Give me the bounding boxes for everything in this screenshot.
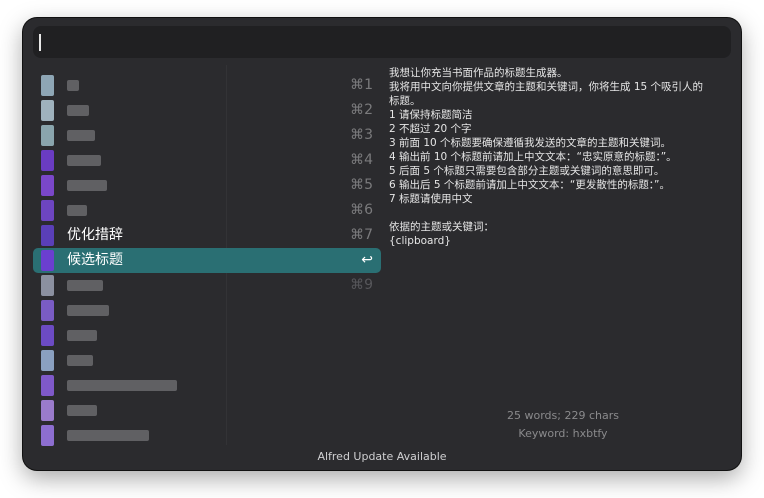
preview-line: {clipboard}: [389, 235, 451, 247]
list-item[interactable]: 候选标题 ↩: [33, 248, 381, 273]
preview-line: 1 请保持标题简洁: [389, 109, 473, 121]
shortcut-hint: ⌘9: [350, 277, 373, 293]
snippet-icon: [41, 200, 54, 221]
preview-line: 标题。: [389, 95, 421, 107]
snippet-preview: 我想让你充当书面作品的标题生成器。我将用中文向你提供文章的主题和关键词，你将生成…: [389, 66, 729, 256]
results-list: ⌘1 ⌘2 ⌘3 ⌘4 ⌘5 ⌘6 优化措辞 ⌘7 候选标题 ↩ ⌘9: [33, 65, 383, 448]
list-item[interactable]: [33, 373, 381, 398]
redacted-label: [67, 205, 87, 216]
list-item-label: 候选标题: [67, 252, 123, 268]
preview-line: 我想让你充当书面作品的标题生成器。: [389, 67, 568, 79]
snippet-icon: [41, 150, 54, 171]
list-item[interactable]: [33, 398, 381, 423]
alfred-window: ⌘1 ⌘2 ⌘3 ⌘4 ⌘5 ⌘6 优化措辞 ⌘7 候选标题 ↩ ⌘9 我想让你充当书面作品的标题生…: [23, 18, 741, 470]
snippet-icon: [41, 300, 54, 321]
preview-line: 2 不超过 20 个字: [389, 123, 472, 135]
snippet-icon: [41, 275, 54, 296]
snippet-icon: [41, 425, 54, 446]
preview-line: 依据的主题或关键词：: [389, 221, 494, 233]
snippet-icon: [41, 325, 54, 346]
preview-line: 6 输出后 5 个标题前请加上中文文本：“更发散性的标题：”。: [389, 179, 671, 191]
list-item[interactable]: ⌘1: [33, 73, 381, 98]
preview-line: 3 前面 10 个标题要确保遵循我发送的文章的主题和关键词。: [389, 137, 672, 149]
redacted-label: [67, 305, 109, 316]
shortcut-hint: ⌘6: [350, 202, 373, 218]
shortcut-hint: ⌘5: [350, 177, 373, 193]
shortcut-hint: ⌘1: [350, 77, 373, 93]
text-caret: [39, 34, 41, 51]
snippet-icon: [41, 100, 54, 121]
redacted-label: [67, 280, 103, 291]
redacted-label: [67, 180, 107, 191]
preview-line: [389, 206, 729, 220]
redacted-label: [67, 80, 79, 91]
redacted-label: [67, 130, 95, 141]
snippet-icon: [41, 175, 54, 196]
list-item[interactable]: ⌘6: [33, 198, 381, 223]
redacted-label: [67, 155, 101, 166]
redacted-label: [67, 105, 89, 116]
list-item[interactable]: ⌘4: [33, 148, 381, 173]
list-item[interactable]: ⌘3: [33, 123, 381, 148]
list-item[interactable]: [33, 323, 381, 348]
snippet-icon: [41, 350, 54, 371]
list-item[interactable]: [33, 423, 381, 448]
redacted-label: [67, 355, 93, 366]
redacted-label: [67, 405, 97, 416]
list-item[interactable]: ⌘2: [33, 98, 381, 123]
redacted-label: [67, 330, 97, 341]
update-notice[interactable]: Alfred Update Available: [23, 450, 741, 463]
word-count: 25 words; 229 chars: [507, 409, 619, 422]
list-item[interactable]: 优化措辞 ⌘7: [33, 223, 381, 248]
list-item[interactable]: [33, 348, 381, 373]
preview-line: 5 后面 5 个标题只需要包含部分主题或关键词的意思即可。: [389, 165, 665, 177]
redacted-label: [67, 380, 177, 391]
search-input[interactable]: [33, 26, 731, 58]
snippet-icon: [41, 225, 54, 246]
shortcut-hint: ⌘3: [350, 127, 373, 143]
keyword-label: Keyword: hxbtfy: [518, 427, 608, 440]
preview-line: 我将用中文向你提供文章的主题和关键词，你将生成 15 个吸引人的: [389, 81, 704, 93]
snippet-icon: [41, 75, 54, 96]
snippet-icon: [41, 250, 54, 271]
preview-line: 7 标题请使用中文: [389, 193, 473, 205]
list-item[interactable]: [33, 298, 381, 323]
shortcut-hint: ↩: [361, 252, 373, 268]
list-item[interactable]: ⌘5: [33, 173, 381, 198]
shortcut-hint: ⌘4: [350, 152, 373, 168]
snippet-icon: [41, 125, 54, 146]
snippet-icon: [41, 400, 54, 421]
shortcut-hint: ⌘2: [350, 102, 373, 118]
snippet-icon: [41, 375, 54, 396]
list-item[interactable]: ⌘9: [33, 273, 381, 298]
preview-line: 4 输出前 10 个标题前请加上中文文本：“忠实原意的标题：”。: [389, 151, 677, 163]
shortcut-hint: ⌘7: [350, 227, 373, 243]
redacted-label: [67, 430, 149, 441]
list-item-label: 优化措辞: [67, 227, 123, 243]
